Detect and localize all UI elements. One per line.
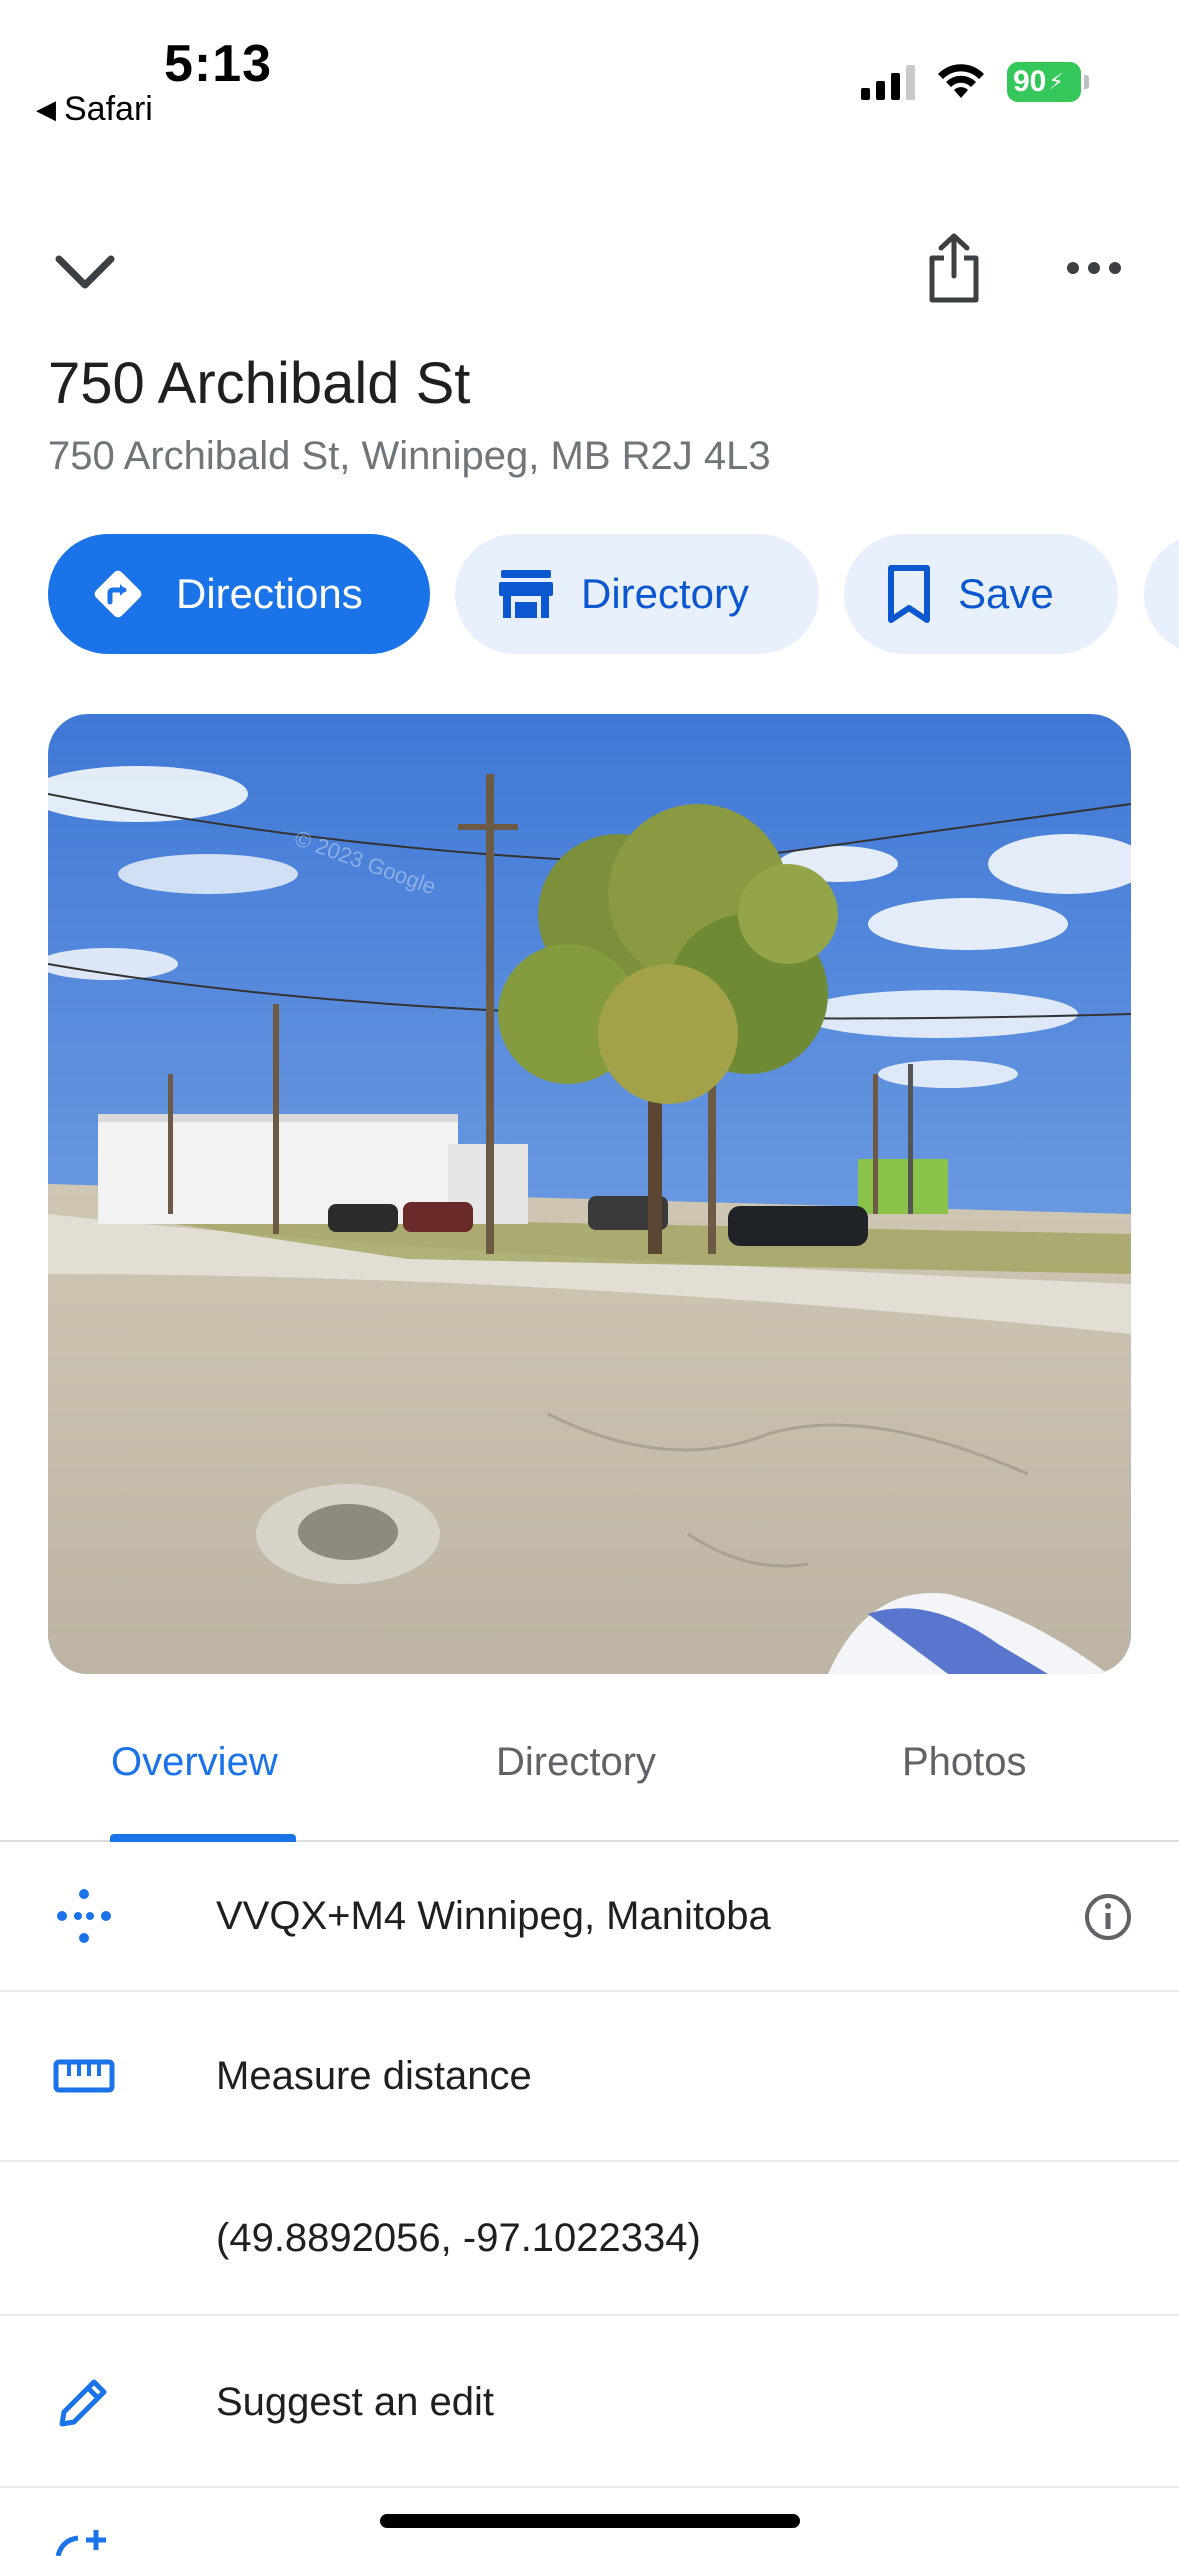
directory-chip-label: Directory (581, 570, 750, 617)
plus-code-row[interactable]: VVQX+M4 Winnipeg, Manitoba (0, 1842, 1179, 1992)
back-app-label: Safari (64, 90, 153, 128)
tab-bar: Overview Directory Photos (0, 1700, 1179, 1842)
suggest-edit-text: Suggest an edit (216, 2380, 494, 2424)
wifi-icon (938, 64, 984, 98)
active-tab-indicator (110, 1834, 296, 1842)
back-to-app-button[interactable]: ◀ Safari (36, 90, 153, 129)
status-time: 5:13 (164, 35, 273, 93)
plus-code-icon (48, 1880, 120, 1952)
storefront-icon (497, 568, 555, 620)
battery-level: 90 (1013, 65, 1047, 98)
directory-chip[interactable]: Directory (455, 534, 819, 654)
coordinates-row[interactable]: (49.8892056, -97.1022334) (0, 2162, 1179, 2316)
status-icons: 90 ⚡ (861, 62, 1089, 102)
more-options-button[interactable] (1046, 220, 1142, 316)
bookmark-icon (886, 564, 932, 624)
share-button[interactable] (906, 220, 1002, 316)
directions-chip[interactable]: Directions (48, 534, 430, 654)
plus-code-text: VVQX+M4 Winnipeg, Manitoba (216, 1894, 771, 1938)
street-view-photo[interactable]: © 2023 Google (48, 714, 1131, 1674)
share-icon (929, 233, 979, 303)
place-address: 750 Archibald St, Winnipeg, MB R2J 4L3 (48, 434, 771, 478)
tab-directory[interactable]: Directory (496, 1740, 656, 1785)
battery-icon: 90 ⚡ (1007, 62, 1089, 102)
street-view-image: © 2023 Google (48, 714, 1131, 1674)
directions-chip-label: Directions (176, 570, 363, 617)
sheet-header (0, 210, 1179, 310)
ruler-icon (48, 2040, 120, 2112)
save-chip[interactable]: Save (844, 534, 1118, 654)
action-chips: Directions Directory Save (48, 534, 1179, 654)
home-indicator[interactable] (380, 2514, 800, 2528)
cellular-signal-icon (861, 64, 915, 100)
collapse-button[interactable] (40, 228, 130, 318)
more-chip[interactable] (1144, 534, 1179, 654)
pencil-icon (48, 2366, 120, 2438)
add-place-icon (52, 2530, 122, 2556)
place-title: 750 Archibald St (48, 351, 471, 416)
directions-icon (86, 562, 150, 626)
save-chip-label: Save (958, 570, 1054, 617)
measure-distance-row[interactable]: Measure distance (0, 1992, 1179, 2162)
measure-distance-text: Measure distance (216, 2054, 532, 2098)
more-horizontal-icon (1067, 262, 1121, 274)
tab-photos[interactable]: Photos (902, 1740, 1027, 1785)
tab-overview[interactable]: Overview (111, 1740, 278, 1785)
back-arrow-icon: ◀ (36, 94, 56, 124)
chevron-down-icon (55, 255, 115, 289)
coordinates-text: (49.8892056, -97.1022334) (216, 2216, 701, 2260)
status-bar: 5:13 ◀ Safari 90 ⚡ (0, 0, 1179, 150)
suggest-edit-row[interactable]: Suggest an edit (0, 2316, 1179, 2488)
info-icon[interactable] (1081, 1890, 1135, 1944)
